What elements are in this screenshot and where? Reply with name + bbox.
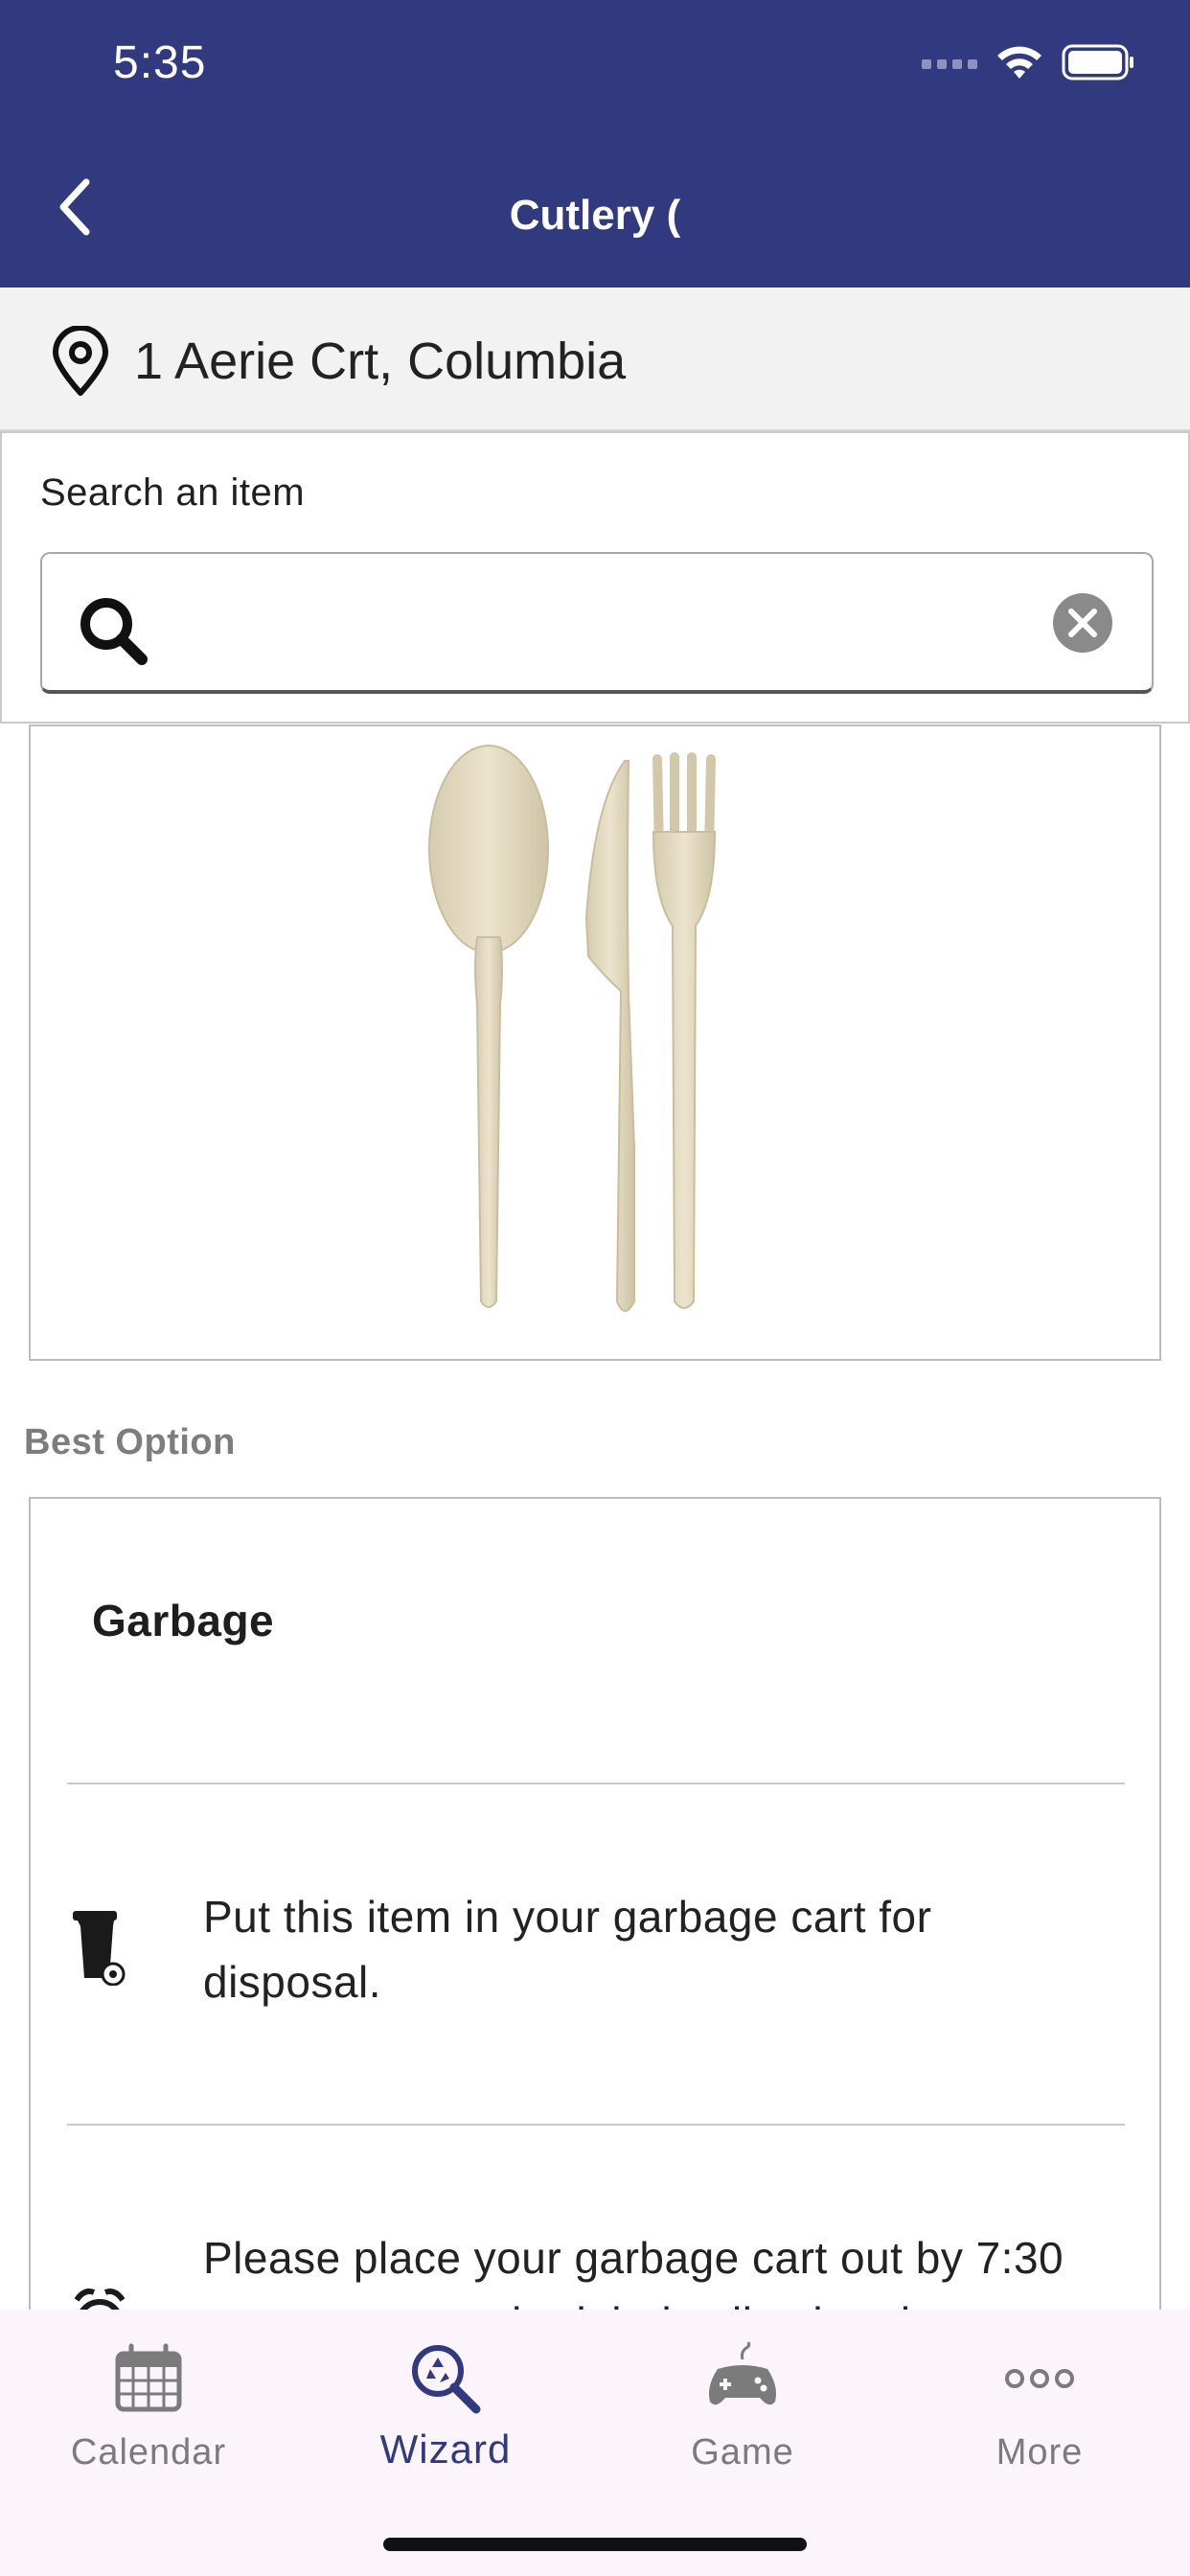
tab-label: Game xyxy=(691,2432,794,2472)
garbage-cart-icon xyxy=(73,1911,126,1986)
battery-icon xyxy=(1062,44,1133,80)
status-time: 5:35 xyxy=(113,37,207,88)
recycle-search-icon xyxy=(412,2345,481,2414)
clear-icon[interactable] xyxy=(1052,592,1113,654)
calendar-icon xyxy=(115,2343,182,2412)
location-bar[interactable]: 1 Aerie Crt, Columbia xyxy=(0,288,1190,431)
tab-game[interactable]: Game xyxy=(594,2329,891,2492)
tab-label: Wizard xyxy=(379,2426,512,2472)
search-icon xyxy=(80,598,148,665)
cutlery-image xyxy=(428,745,717,1312)
tab-wizard[interactable]: Wizard xyxy=(297,2329,594,2492)
status-icons xyxy=(922,44,1134,80)
app-header: 5:35 Cutlery ( xyxy=(0,0,1190,288)
gamepad-icon xyxy=(709,2341,776,2405)
home-indicator[interactable] xyxy=(383,2538,807,2551)
more-dots-icon xyxy=(1005,2369,1074,2388)
search-label: Search an item xyxy=(40,472,306,514)
divider xyxy=(67,1782,1125,1784)
best-option-label: Best Option xyxy=(24,1422,236,1462)
divider xyxy=(67,2124,1125,2126)
search-card: Search an item xyxy=(0,431,1190,724)
wifi-icon xyxy=(997,46,1041,79)
signal-icon xyxy=(922,59,977,69)
tab-more[interactable]: More xyxy=(891,2329,1188,2492)
tab-bar: Calendar Wizard Game More xyxy=(0,2310,1190,2576)
search-field[interactable] xyxy=(40,552,1154,694)
option-title: Garbage xyxy=(92,1596,275,1645)
option-row-text: Put this item in your garbage cart for d… xyxy=(203,1892,932,2007)
page-title: Cutlery ( xyxy=(509,192,681,239)
address-text: 1 Aerie Crt, Columbia xyxy=(134,333,627,390)
tab-calendar[interactable]: Calendar xyxy=(0,2329,297,2492)
search-input[interactable] xyxy=(172,583,1035,665)
tab-label: Calendar xyxy=(70,2432,227,2472)
map-pin-icon xyxy=(53,326,108,396)
tab-label: More xyxy=(995,2432,1084,2472)
item-image xyxy=(29,724,1161,1361)
